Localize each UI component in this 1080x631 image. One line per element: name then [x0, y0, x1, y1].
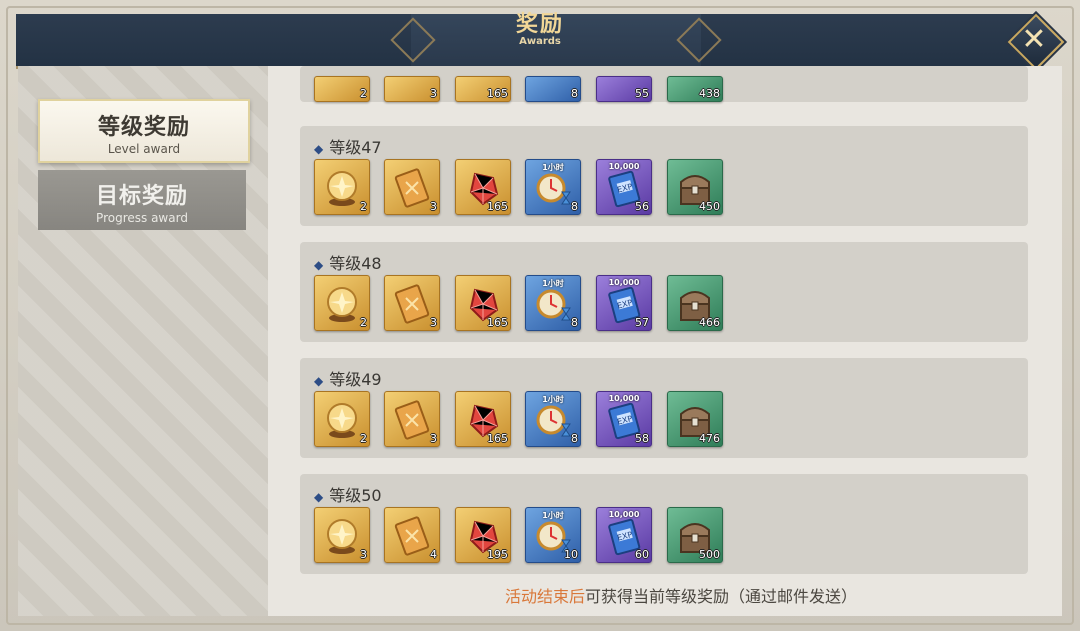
item-quantity: 2: [360, 316, 367, 329]
reward-item[interactable]: 450: [667, 159, 723, 215]
reward-item[interactable]: EXP 10,000 58: [596, 391, 652, 447]
reward-item[interactable]: 165: [455, 159, 511, 215]
item-quantity: 60: [635, 548, 649, 561]
item-quantity: 2: [360, 200, 367, 213]
reward-item[interactable]: 55: [596, 76, 652, 102]
reward-item[interactable]: EXP 10,000 57: [596, 275, 652, 331]
reward-item[interactable]: 476: [667, 391, 723, 447]
item-quantity: 165: [487, 87, 508, 100]
tab-label: 等级奖励: [97, 115, 190, 140]
item-quantity: 195: [487, 548, 508, 561]
item-quantity: 500: [699, 548, 720, 561]
item-quantity: 3: [430, 432, 437, 445]
item-quantity: 8: [571, 87, 578, 100]
tab-sublabel: Progress award: [96, 211, 188, 225]
item-quantity: 10: [564, 548, 578, 561]
reward-item[interactable]: 4: [384, 507, 440, 563]
window-title: 奖励: [515, 12, 564, 37]
level-text: 等级47: [329, 138, 382, 157]
reward-item[interactable]: 2: [314, 159, 370, 215]
reward-item[interactable]: EXP 10,000 56: [596, 159, 652, 215]
reward-item[interactable]: 165: [455, 76, 511, 102]
item-quantity: 165: [487, 200, 508, 213]
item-quantity: 58: [635, 432, 649, 445]
diamond-bullet-icon: ◆: [314, 490, 324, 504]
reward-item[interactable]: 438: [667, 76, 723, 102]
footer-note-highlight: 活动结束后: [505, 587, 586, 606]
item-badge: 10,000: [608, 510, 640, 519]
item-quantity: 3: [430, 316, 437, 329]
level-text: 等级49: [329, 370, 382, 389]
diamond-bullet-icon: ◆: [314, 374, 324, 388]
level-label: ◆ 等级50: [314, 482, 382, 506]
reward-item[interactable]: EXP 10,000 60: [596, 507, 652, 563]
reward-item[interactable]: 1小时 8: [525, 159, 581, 215]
reward-item[interactable]: 3: [384, 159, 440, 215]
tab-label: 目标奖励: [95, 184, 188, 209]
item-badge: 1小时: [542, 395, 564, 404]
reward-item[interactable]: 1小时 10: [525, 507, 581, 563]
item-quantity: 8: [571, 200, 578, 213]
reward-item[interactable]: 195: [455, 507, 511, 563]
reward-item[interactable]: 8: [525, 76, 581, 102]
item-quantity: 57: [635, 316, 649, 329]
item-quantity: 450: [699, 200, 720, 213]
tab-sublabel: Level award: [107, 142, 181, 156]
reward-item[interactable]: 500: [667, 507, 723, 563]
reward-item[interactable]: 466: [667, 275, 723, 331]
item-quantity: 3: [430, 200, 437, 213]
close-button[interactable]: ✕: [1007, 13, 1065, 71]
reward-item[interactable]: 2: [314, 391, 370, 447]
item-quantity: 165: [487, 316, 508, 329]
item-quantity: 466: [699, 316, 720, 329]
close-icon: ✕: [1021, 22, 1047, 57]
item-quantity: 2: [360, 432, 367, 445]
reward-item[interactable]: 1小时 8: [525, 391, 581, 447]
item-quantity: 3: [430, 87, 437, 100]
item-quantity: 476: [699, 432, 720, 445]
item-quantity: 55: [635, 87, 649, 100]
item-quantity: 438: [699, 87, 720, 100]
item-quantity: 8: [571, 316, 578, 329]
footer-note-text: 可获得当前等级奖励（通过邮件发送）: [585, 587, 858, 606]
tab-level-award[interactable]: 等级奖励 Level award: [38, 99, 250, 163]
level-text: 等级50: [329, 486, 382, 505]
reward-item[interactable]: 2: [314, 76, 370, 102]
item-badge: 10,000: [608, 278, 640, 287]
window-subtitle: Awards: [519, 36, 561, 47]
item-badge: 10,000: [608, 162, 640, 171]
reward-item[interactable]: 3: [314, 507, 370, 563]
reward-item[interactable]: 3: [384, 391, 440, 447]
item-quantity: 8: [571, 432, 578, 445]
level-label: ◆ 等级49: [314, 366, 382, 390]
item-badge: 1小时: [542, 511, 564, 520]
item-quantity: 2: [360, 87, 367, 100]
reward-item[interactable]: 3: [384, 76, 440, 102]
level-label: ◆ 等级47: [314, 134, 382, 158]
item-quantity: 3: [360, 548, 367, 561]
level-text: 等级48: [329, 254, 382, 273]
reward-item[interactable]: 1小时 8: [525, 275, 581, 331]
diamond-bullet-icon: ◆: [314, 258, 324, 272]
item-badge: 10,000: [608, 394, 640, 403]
reward-item[interactable]: 165: [455, 391, 511, 447]
footer-note: 活动结束后可获得当前等级奖励（通过邮件发送）: [505, 583, 857, 607]
reward-item[interactable]: 3: [384, 275, 440, 331]
reward-item[interactable]: 165: [455, 275, 511, 331]
item-quantity: 4: [430, 548, 437, 561]
tab-progress-award[interactable]: 目标奖励 Progress award: [38, 170, 246, 230]
item-badge: 1小时: [542, 279, 564, 288]
reward-item[interactable]: 2: [314, 275, 370, 331]
item-quantity: 165: [487, 432, 508, 445]
item-badge: 1小时: [542, 163, 564, 172]
level-label: ◆ 等级48: [314, 250, 382, 274]
diamond-bullet-icon: ◆: [314, 142, 324, 156]
item-quantity: 56: [635, 200, 649, 213]
